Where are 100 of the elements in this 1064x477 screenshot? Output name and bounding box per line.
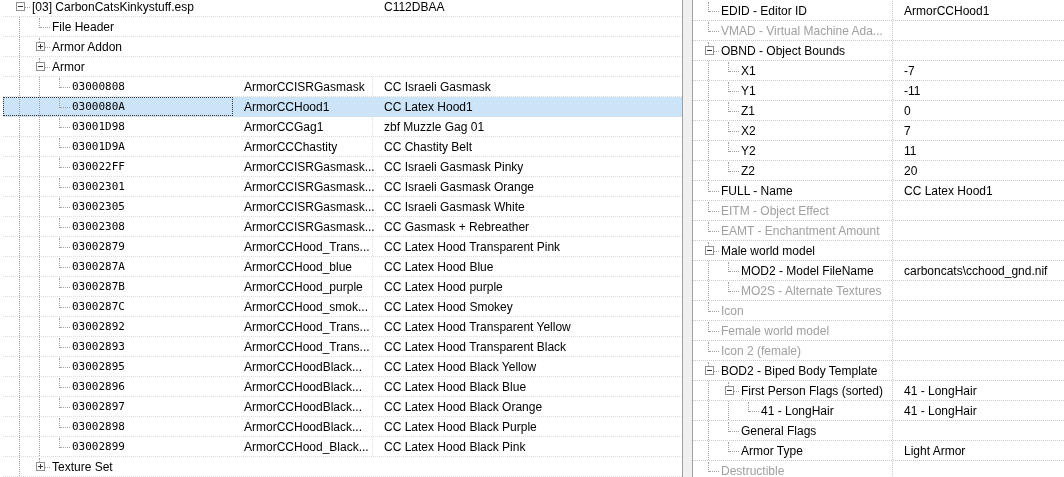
- editor-id: ArmorCCHood_Trans...: [244, 239, 370, 254]
- form-id: 03002892: [71, 320, 125, 333]
- field-value: 0: [904, 103, 911, 118]
- form-id: 03002899: [71, 440, 125, 453]
- tree-row[interactable]: File Header: [3, 17, 682, 37]
- record-row[interactable]: 03001D98 ArmorCCGag1 zbf Muzzle Gag 01: [3, 117, 682, 137]
- field-label: Icon 2 (female): [720, 343, 802, 358]
- form-id: 03002893: [71, 340, 125, 353]
- editor-id: ArmorCCISRGasmask...: [244, 219, 375, 234]
- tree-item-label[interactable]: Armor: [50, 59, 85, 74]
- field-label: MOD2 - Model FileName: [740, 263, 874, 278]
- record-row[interactable]: 0300287B ArmorCCHood_purple CC Latex Hood purple: [3, 277, 682, 297]
- editor-id: ArmorCCHood_smok...: [244, 299, 369, 314]
- record-name: CC Latex Hood Black Purple: [384, 419, 537, 434]
- collapse-icon[interactable]: [704, 246, 714, 255]
- editor-id: ArmorCCHood_purple: [244, 279, 363, 294]
- record-name: CC Latex Hood Transparent Yellow: [384, 319, 571, 334]
- record-name: CC Latex Hood Black Orange: [384, 399, 543, 414]
- field-label: EDID - Editor ID: [720, 3, 807, 18]
- record-row[interactable]: 03002896 ArmorCCHoodBlack... CC Latex Hood Black Blue: [3, 377, 682, 397]
- editor-id: ArmorCCHood1: [244, 99, 330, 114]
- form-id: 03002305: [71, 200, 125, 213]
- record-row[interactable]: 03002305 ArmorCCISRGasmask... CC Israeli Gasmask White: [3, 197, 682, 217]
- tree-item-label[interactable]: [03] CarbonCatsKinkystuff.esp: [30, 0, 194, 14]
- record-row[interactable]: 03002895 ArmorCCHoodBlack... CC Latex Hood Black Yellow: [3, 357, 682, 377]
- collapse-icon[interactable]: [15, 2, 25, 11]
- record-name: CC Latex Hood Black Yellow: [384, 359, 537, 374]
- field-label: X2: [740, 123, 756, 138]
- tree-item-label[interactable]: Texture Set: [50, 459, 113, 474]
- tree-row[interactable]: Armor Addon: [3, 37, 682, 57]
- field-label: Male world model: [720, 243, 816, 258]
- record-row[interactable]: 0300287C ArmorCCHood_smok... CC Latex Hood Smokey: [3, 297, 682, 317]
- editor-id: ArmorCCISRGasmask: [244, 79, 365, 94]
- collapse-icon[interactable]: [35, 62, 45, 71]
- field-value: -11: [904, 83, 921, 98]
- form-id: 03002897: [71, 400, 125, 413]
- tree-item-label[interactable]: Armor Addon: [50, 39, 123, 54]
- form-id: 03000808: [71, 80, 125, 93]
- tree-item-label[interactable]: File Header: [50, 19, 115, 34]
- record-name: CC Israeli Gasmask Pinky: [384, 159, 524, 174]
- record-name: CC Latex Hood Smokey: [384, 299, 513, 314]
- editor-id: ArmorCCHoodBlack...: [244, 399, 363, 414]
- editor-id: ArmorCCHoodBlack...: [244, 419, 363, 434]
- record-row[interactable]: 030022FF ArmorCCISRGasmask... CC Israeli Gasmask Pinky: [3, 157, 682, 177]
- collapse-icon[interactable]: [724, 386, 734, 395]
- record-name: CC Latex Hood Blue: [384, 259, 494, 274]
- record-row[interactable]: 03001D9A ArmorCCChastity CC Chastity Belt: [3, 137, 682, 157]
- editor-id: ArmorCCHoodBlack...: [244, 379, 363, 394]
- form-id: 03002308: [71, 220, 125, 233]
- record-row[interactable]: 03002893 ArmorCCHood_Trans... CC Latex Hood Transparent Black: [3, 337, 682, 357]
- record-name: CC Latex Hood Black Pink: [384, 439, 526, 454]
- record-row[interactable]: 0300080A ArmorCCHood1 CC Latex Hood1: [3, 97, 682, 117]
- editor-id: ArmorCCHood_Trans...: [244, 319, 370, 334]
- form-id: 03001D98: [71, 120, 125, 133]
- record-name: zbf Muzzle Gag 01: [384, 119, 485, 134]
- field-label: Y2: [740, 143, 756, 158]
- tree-row[interactable]: [03] CarbonCatsKinkystuff.esp C112DBAA: [3, 0, 682, 17]
- form-id: 03002301: [71, 180, 125, 193]
- field-label: Armor Type: [740, 443, 803, 458]
- field-value: carboncats\cchood_gnd.nif: [904, 263, 1048, 278]
- field-label: BOD2 - Biped Body Template: [720, 363, 878, 378]
- form-id: 03002879: [71, 240, 125, 253]
- form-id: 0300080A: [71, 100, 125, 113]
- field-label: Icon: [720, 303, 744, 318]
- form-id: 03002896: [71, 380, 125, 393]
- editor-id: ArmorCCHood_blue: [244, 259, 353, 274]
- record-row[interactable]: 03002879 ArmorCCHood_Trans... CC Latex Hood Transparent Pink: [3, 237, 682, 257]
- editor-id: ArmorCCISRGasmask...: [244, 159, 375, 174]
- record-row[interactable]: 03002897 ArmorCCHoodBlack... CC Latex Hood Black Orange: [3, 397, 682, 417]
- record-name: CC Latex Hood Black Blue: [384, 379, 527, 394]
- field-label: Destructible: [720, 463, 785, 477]
- record-name: CC Latex Hood Transparent Black: [384, 339, 567, 354]
- record-name: CC Latex Hood1: [384, 99, 473, 114]
- field-label: FULL - Name: [720, 183, 793, 198]
- field-label: Z1: [740, 103, 755, 118]
- field-label: EITM - Object Effect: [720, 203, 829, 218]
- form-id: 030022FF: [71, 160, 125, 173]
- field-label: General Flags: [740, 423, 817, 438]
- record-row[interactable]: 03002308 ArmorCCISRGasmask... CC Gasmask + Rebreather: [3, 217, 682, 237]
- expand-icon[interactable]: [35, 462, 45, 471]
- expand-icon[interactable]: [35, 42, 45, 51]
- editor-id: ArmorCCGag1: [244, 119, 324, 134]
- record-name: CC Chastity Belt: [384, 139, 473, 154]
- tree-row[interactable]: Texture Set: [3, 457, 682, 477]
- record-row[interactable]: 0300287A ArmorCCHood_blue CC Latex Hood Blue: [3, 257, 682, 277]
- field-label: OBND - Object Bounds: [720, 43, 846, 58]
- collapse-icon[interactable]: [704, 46, 714, 55]
- field-label: Female world model: [720, 323, 830, 338]
- editor-id: ArmorCCHoodBlack...: [244, 359, 363, 374]
- record-row[interactable]: 03002899 ArmorCCHood_Black... CC Latex Hood Black Pink: [3, 437, 682, 457]
- form-id: 03002895: [71, 360, 125, 373]
- field-label: MO2S - Alternate Textures: [740, 283, 882, 298]
- editor-id: ArmorCCChastity: [244, 139, 338, 154]
- tree-row[interactable]: Armor: [3, 57, 682, 77]
- record-row[interactable]: 03002898 ArmorCCHoodBlack... CC Latex Hood Black Purple: [3, 417, 682, 437]
- record-row[interactable]: 03002301 ArmorCCISRGasmask... CC Israeli Gasmask Orange: [3, 177, 682, 197]
- collapse-icon[interactable]: [704, 366, 714, 375]
- field-label: First Person Flags (sorted): [740, 383, 884, 398]
- field-value: 41 - LongHair: [904, 403, 977, 418]
- record-row[interactable]: 03002892 ArmorCCHood_Trans... CC Latex Hood Transparent Yellow: [3, 317, 682, 337]
